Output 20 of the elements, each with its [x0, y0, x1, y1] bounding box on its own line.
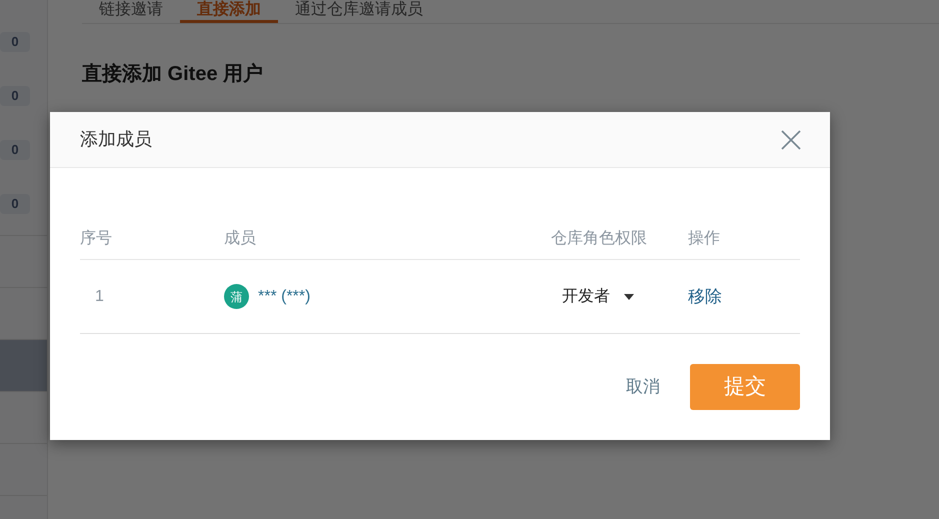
column-header: 序号: [80, 230, 112, 246]
table-cell: 1: [95, 288, 104, 304]
role-dropdown[interactable]: 开发者: [562, 284, 634, 308]
member-link[interactable]: *** (***): [258, 284, 310, 308]
tab[interactable]: 通过仓库邀请成员: [278, 0, 440, 23]
page-heading: 直接添加 Gitee 用户: [82, 64, 264, 84]
column-header: 仓库角色权限: [551, 230, 647, 246]
count-badge: 0: [0, 32, 30, 52]
cancel-button[interactable]: 取消: [626, 364, 660, 410]
tab[interactable]: 直接添加: [180, 0, 278, 23]
remove-link[interactable]: 移除: [688, 286, 722, 306]
dialog-title: 添加成员: [80, 128, 152, 151]
column-header: 操作: [688, 230, 720, 246]
count-badge: 0: [0, 140, 30, 160]
tab[interactable]: 链接邀请: [82, 0, 180, 23]
submit-button[interactable]: 提交: [690, 364, 800, 410]
avatar: 蒲: [224, 284, 249, 309]
count-badge: 0: [0, 194, 30, 214]
column-header: 成员: [224, 230, 256, 246]
count-badge: 0: [0, 86, 30, 106]
